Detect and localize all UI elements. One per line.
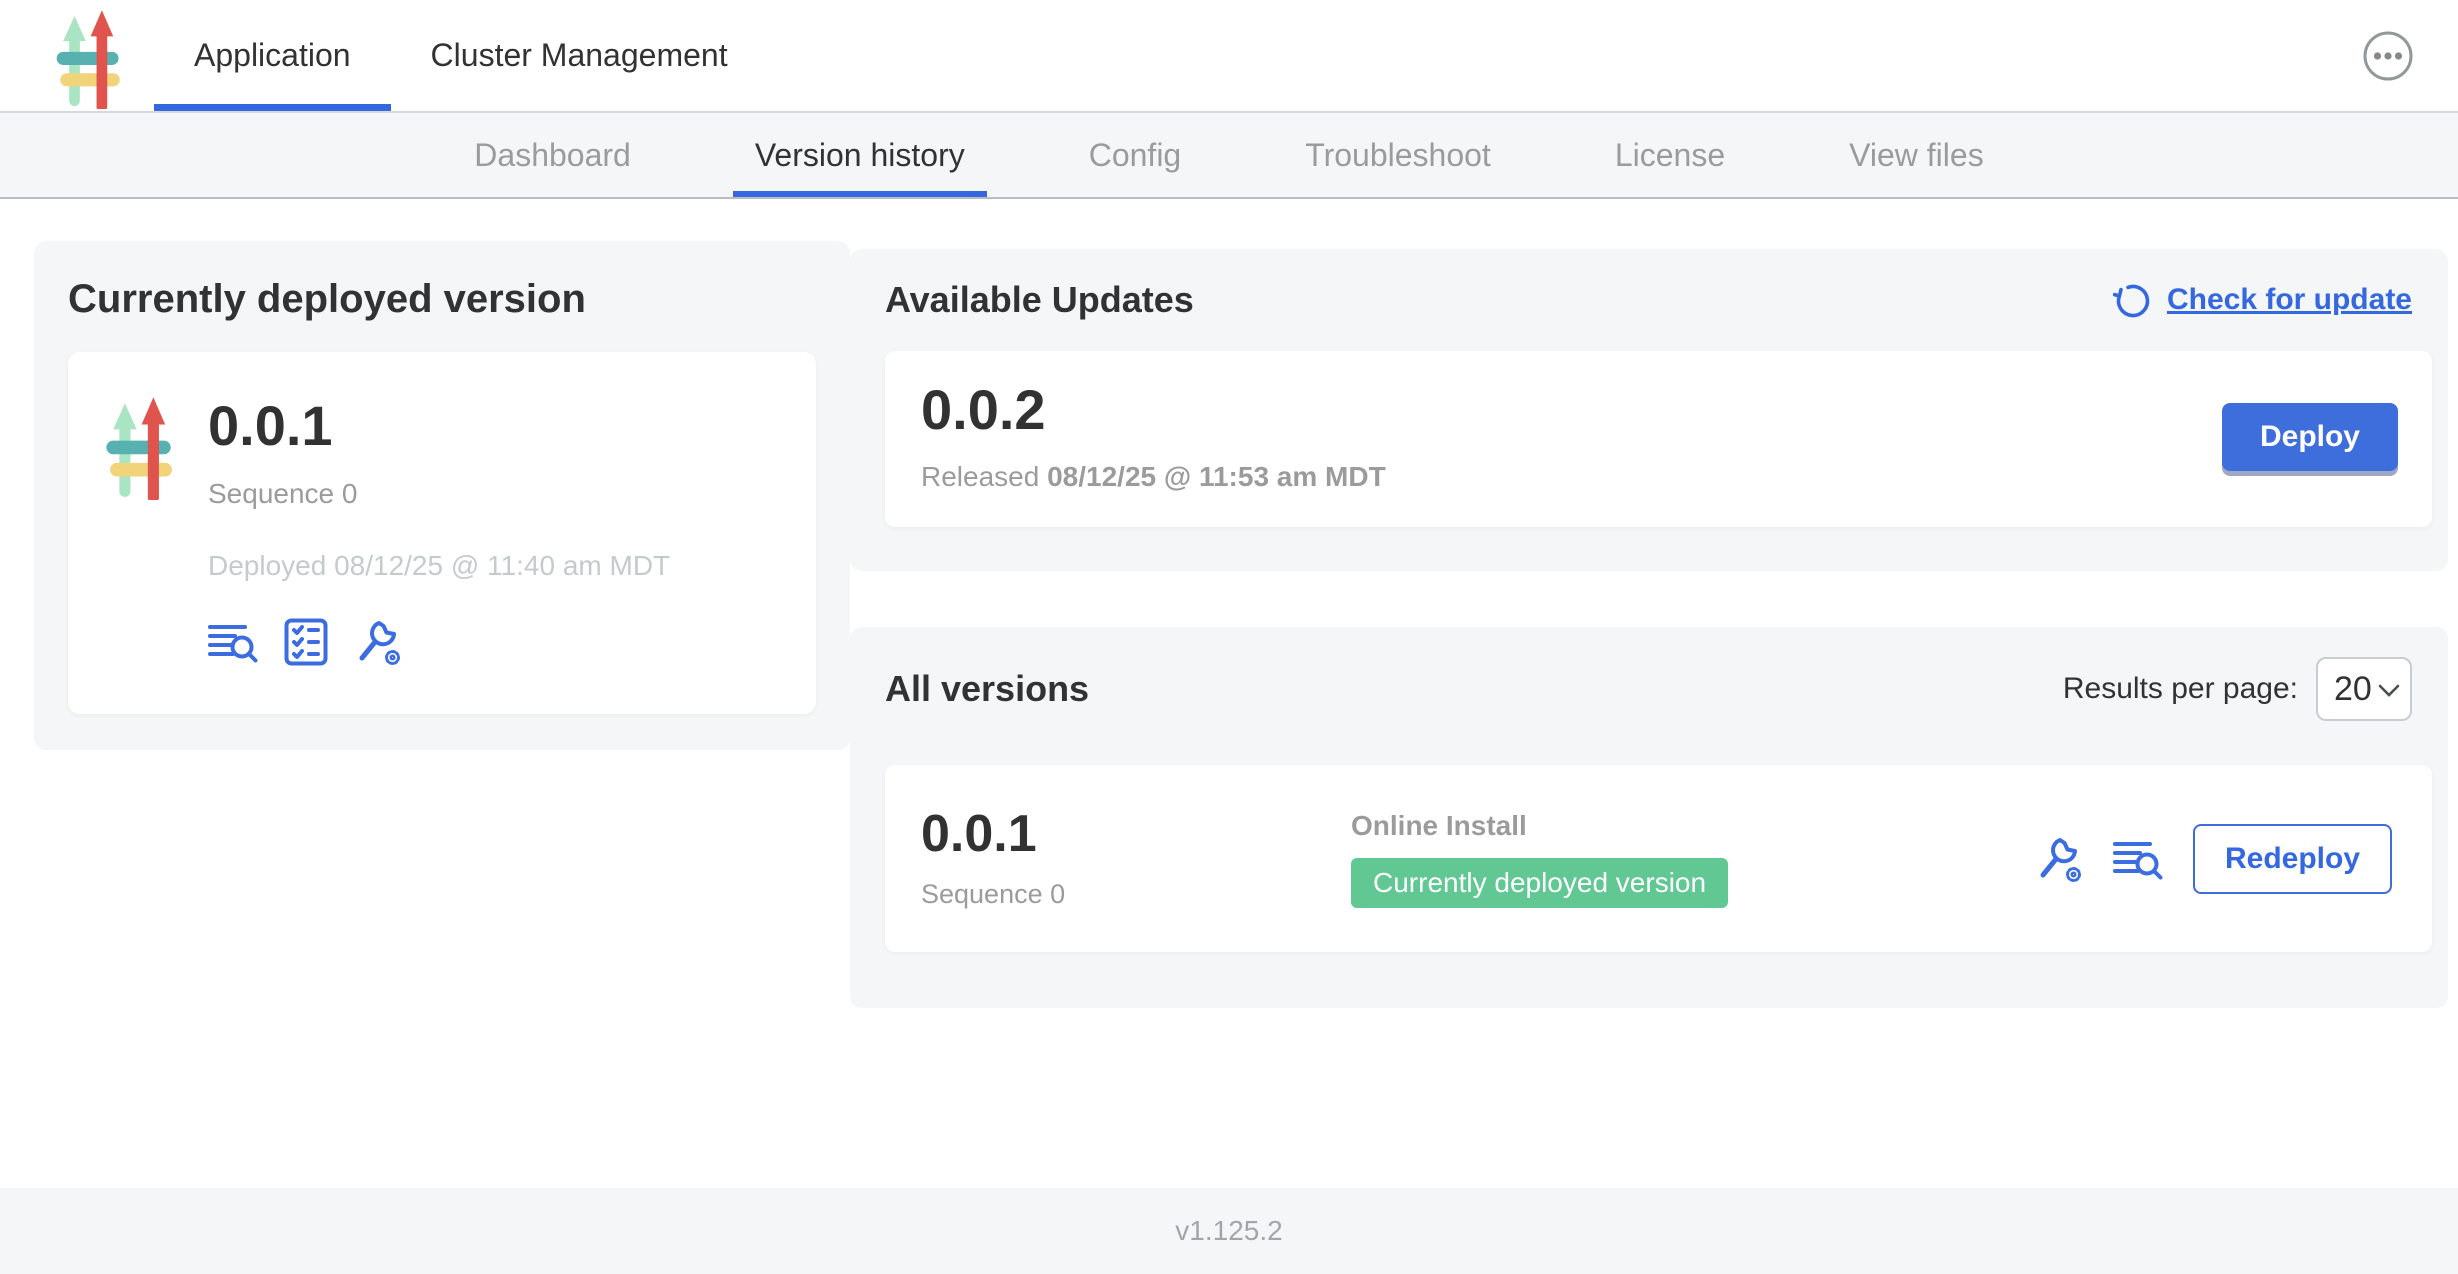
released-label: Released [921, 461, 1039, 492]
tab-application[interactable]: Application [154, 0, 391, 111]
deployed-version-card: 0.0.1 Sequence 0 Deployed 08/12/25 @ 11:… [68, 352, 816, 714]
check-for-update-label[interactable]: Check for update [2167, 283, 2412, 317]
logs-icon[interactable] [2113, 838, 2163, 880]
available-updates-section: Available Updates Check for update 0.0.2… [850, 249, 2448, 571]
all-versions-header: All versions Results per page: 20 [885, 657, 2432, 721]
app-subnav: Dashboard Version history Config Trouble… [0, 113, 2458, 199]
deployed-actions [208, 618, 670, 666]
results-per-page-label: Results per page: [2063, 672, 2298, 706]
config-wrench-icon[interactable] [2035, 835, 2083, 883]
refresh-icon [2113, 280, 2153, 320]
ellipsis-menu-icon[interactable] [2362, 30, 2414, 82]
update-released-line: Released 08/12/25 @ 11:53 am MDT [921, 461, 1386, 493]
tab-cluster-management[interactable]: Cluster Management [391, 0, 768, 111]
deployed-version-details: 0.0.1 Sequence 0 Deployed 08/12/25 @ 11:… [208, 396, 670, 666]
version-row: 0.0.1 Sequence 0 Online Install Currentl… [885, 765, 2432, 952]
logs-icon[interactable] [208, 621, 258, 663]
app-footer: v1.125.2 [0, 1188, 2458, 1274]
main-content: Currently deployed version 0.0.1 Sequenc… [0, 199, 2458, 1188]
update-version-number: 0.0.2 [921, 381, 1386, 439]
check-for-update-link[interactable]: Check for update [2113, 280, 2412, 320]
subnav-item-dashboard[interactable]: Dashboard [452, 113, 653, 197]
header-tabs: Application Cluster Management [154, 0, 768, 111]
redeploy-button[interactable]: Redeploy [2193, 824, 2392, 894]
version-row-info: 0.0.1 Sequence 0 [921, 807, 1351, 910]
update-details: 0.0.2 Released 08/12/25 @ 11:53 am MDT [921, 381, 1386, 493]
subnav-item-view-files[interactable]: View files [1827, 113, 2006, 197]
app-logo-arrows-icon [106, 396, 176, 500]
released-timestamp: 08/12/25 @ 11:53 am MDT [1047, 461, 1386, 492]
currently-deployed-title: Currently deployed version [68, 277, 816, 322]
deploy-button[interactable]: Deploy [2222, 403, 2398, 471]
available-updates-header: Available Updates Check for update [885, 279, 2432, 321]
config-wrench-icon[interactable] [354, 618, 402, 666]
app-header: Application Cluster Management [0, 0, 2458, 113]
subnav-item-troubleshoot[interactable]: Troubleshoot [1283, 113, 1513, 197]
preflight-checklist-icon[interactable] [284, 618, 328, 666]
deployed-sequence: Sequence 0 [208, 478, 670, 510]
deployed-timestamp: Deployed 08/12/25 @ 11:40 am MDT [208, 550, 670, 582]
right-column: Available Updates Check for update 0.0.2… [850, 249, 2448, 1188]
currently-deployed-badge: Currently deployed version [1351, 858, 1728, 908]
currently-deployed-panel: Currently deployed version 0.0.1 Sequenc… [34, 241, 850, 750]
available-updates-title: Available Updates [885, 279, 1194, 321]
subnav-item-license[interactable]: License [1593, 113, 1747, 197]
results-per-page-select-wrap: 20 [2316, 657, 2412, 721]
app-logo-arrows-icon [56, 9, 124, 109]
install-type-label: Online Install [1351, 810, 2035, 842]
update-card: 0.0.2 Released 08/12/25 @ 11:53 am MDT D… [885, 351, 2432, 527]
header-right [2362, 0, 2458, 111]
console-version: v1.125.2 [1175, 1215, 1282, 1247]
version-row-status: Online Install Currently deployed versio… [1351, 810, 2035, 908]
subnav-item-version-history[interactable]: Version history [733, 113, 987, 197]
results-per-page: Results per page: 20 [2063, 657, 2412, 721]
deployed-version-number: 0.0.1 [208, 396, 670, 456]
results-per-page-select[interactable]: 20 [2316, 657, 2412, 721]
row-version-number: 0.0.1 [921, 807, 1351, 861]
subnav-item-config[interactable]: Config [1067, 113, 1204, 197]
version-row-actions: Redeploy [2035, 824, 2398, 894]
all-versions-section: All versions Results per page: 20 0 [850, 627, 2448, 1008]
all-versions-title: All versions [885, 668, 1089, 710]
row-sequence: Sequence 0 [921, 879, 1351, 910]
